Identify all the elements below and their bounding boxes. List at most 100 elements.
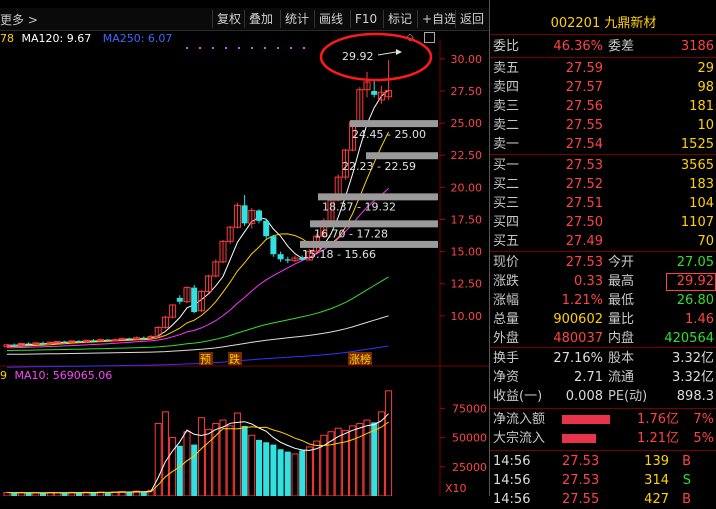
range-label-4: 16.70 - 17.28	[314, 227, 388, 240]
bid-row: 买一 27.53 3565	[490, 156, 716, 175]
price-tick-label: 27.50	[451, 85, 483, 98]
stock-header: 002201 九鼎新材	[490, 12, 716, 32]
bid-volume: 3565	[680, 158, 714, 173]
volume-bar	[385, 390, 393, 496]
volume-bar	[248, 434, 256, 496]
bid-price: 27.53	[565, 158, 603, 173]
candle-body	[371, 90, 378, 95]
price-tick-label: 25.00	[451, 117, 483, 130]
volume-bar	[270, 444, 277, 496]
stat-label: 总量	[493, 312, 520, 327]
tick-time: 14:56	[493, 492, 531, 507]
fund-value: 3.32亿	[672, 351, 714, 366]
candle-body	[90, 340, 97, 342]
ask-label: 卖四	[493, 80, 520, 95]
volume-tick-label: 25000	[452, 461, 487, 474]
fund-value: 898.3	[676, 389, 714, 404]
volume-bar	[377, 411, 385, 496]
volume-bar	[256, 439, 262, 496]
stat-label: 涨幅	[493, 293, 520, 308]
candle-body	[176, 297, 183, 302]
bid-label: 买五	[493, 234, 520, 249]
flow-pct: 5%	[693, 431, 714, 446]
weibi-label: 委比	[493, 39, 520, 54]
volume-bar	[284, 451, 291, 496]
bid-price: 27.51	[565, 196, 603, 211]
volume-bar	[205, 428, 213, 496]
peak-arrow-head	[396, 49, 402, 55]
marker-dot	[238, 47, 240, 49]
candle-body	[263, 220, 270, 237]
bid-label: 买二	[493, 177, 520, 192]
marker-dot	[212, 47, 214, 49]
volume-bar	[176, 445, 183, 496]
bid-price: 27.50	[565, 215, 603, 230]
tick-volume: 139	[644, 454, 669, 469]
candle-body	[126, 338, 133, 340]
bid-price: 27.52	[565, 177, 603, 192]
resistance-band	[318, 193, 438, 201]
volume-bar	[169, 437, 177, 496]
flow-label: 大宗流入	[493, 431, 546, 446]
ask-volume: 10	[697, 118, 714, 133]
volume-bar	[371, 422, 378, 496]
peak-arrow	[377, 51, 397, 56]
fund-label: 流通	[608, 370, 635, 385]
marker-dot	[199, 47, 201, 49]
price-tick-label: 10.00	[451, 310, 483, 323]
event-tag-die: 跌	[229, 352, 240, 366]
bid-volume: 104	[689, 196, 714, 211]
resistance-band	[310, 220, 438, 228]
stat-label: 最高	[608, 274, 635, 289]
candle-body	[40, 342, 46, 344]
marker-dot	[225, 47, 227, 49]
quote-stat-row: 涨幅 1.21% 最低 26.80	[490, 291, 716, 310]
ask-price: 27.59	[565, 61, 603, 76]
chart-annotations: 24.45 - 25.00 22.23 - 22.59 18.37 - 19.32 1…	[186, 32, 438, 366]
ma60-line	[6, 276, 389, 351]
stat-label: 量比	[608, 312, 635, 327]
volume-bars	[3, 390, 393, 496]
bid-volume: 183	[689, 177, 714, 192]
weibi-row: 委比 46.36% 委差 3186	[490, 37, 716, 56]
price-tick-label: 17.50	[451, 213, 483, 226]
weicha-label: 委差	[608, 39, 635, 54]
fund-value: 3.32亿	[672, 370, 714, 385]
volume-bar	[277, 449, 284, 496]
tick-price: 27.55	[562, 492, 600, 507]
stat-label: 今开	[608, 255, 635, 270]
fundamental-row: 收益(一) 0.008 PE(动) 898.3	[490, 387, 716, 406]
candle-body	[140, 337, 147, 339]
volume-bar	[161, 411, 169, 496]
ma120-line	[7, 315, 389, 355]
volume-tick-label: 50000	[452, 432, 487, 445]
fundamental-row: 换手 27.16% 股本 3.32亿	[490, 349, 716, 368]
fund-label: 收益(一)	[493, 389, 543, 404]
resistance-band	[366, 152, 438, 160]
marker-dot	[186, 47, 188, 49]
vol-prefix: 9	[0, 369, 7, 382]
stat-value: 1.46	[685, 312, 714, 327]
volume-bar	[233, 412, 241, 496]
volume-bar	[349, 425, 357, 496]
bid-row: 买五 27.49 70	[490, 232, 716, 251]
fund-label: PE(动)	[608, 389, 648, 404]
volume-bar	[299, 450, 306, 496]
flow-value: 1.76亿	[637, 412, 679, 427]
tick-time: 14:56	[493, 454, 531, 469]
fundamental-row: 净资 2.71 流通 3.32亿	[490, 368, 716, 387]
high-price-box	[666, 273, 716, 291]
weicha-value: 3186	[680, 39, 714, 54]
stat-label: 最低	[608, 293, 635, 308]
candle-body	[191, 287, 198, 313]
vol-ma10-line	[6, 421, 389, 494]
tick-row: 14:56 27.55 427 B	[490, 490, 716, 509]
candle-body	[111, 339, 119, 342]
kline-chart[interactable]: 30.00 27.50 25.00 22.50 20.00 17.50 15.00 12.50…	[0, 0, 489, 496]
quote-stat-row: 外盘 480037 内盘 420564	[490, 329, 716, 348]
fund-value: 0.008	[565, 389, 603, 404]
quote-stat-row: 总量 900602 量比 1.46	[490, 310, 716, 329]
fund-label: 净资	[493, 370, 520, 385]
volume-bar	[341, 430, 349, 496]
candle-body	[11, 344, 18, 346]
